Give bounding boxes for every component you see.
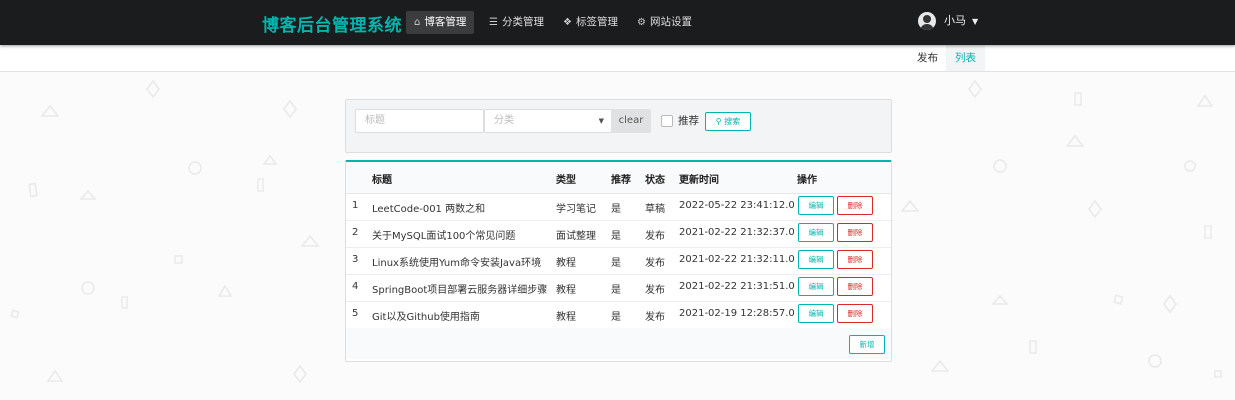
- category-placeholder: 分类: [494, 115, 514, 126]
- row-type: 教程: [556, 285, 576, 296]
- row-status: 发布: [645, 312, 665, 323]
- edit-button[interactable]: 编辑: [798, 250, 834, 269]
- nav-item-settings[interactable]: ⚙ 网站设置: [629, 11, 700, 34]
- recommend-label: 推荐: [678, 115, 699, 127]
- column-header-actions: 操作: [797, 175, 817, 186]
- tab-publish[interactable]: 发布: [908, 45, 947, 71]
- column-header-type: 类型: [556, 175, 576, 186]
- search-button[interactable]: ⚲ 搜索: [705, 112, 751, 131]
- home-icon: ⌂: [414, 17, 421, 28]
- row-status: 发布: [645, 231, 665, 242]
- row-status: 草稿: [645, 204, 665, 215]
- row-updated: 2021-02-19 12:28:57.0: [679, 308, 795, 319]
- dropdown-icon: ▼: [598, 117, 604, 125]
- row-title: Git以及Github使用指南: [372, 312, 480, 323]
- row-type: 教程: [556, 258, 576, 269]
- row-index: 2: [352, 227, 359, 238]
- nav-item-tags[interactable]: ❖ 标签管理: [555, 11, 626, 34]
- tags-icon: ❖: [563, 17, 572, 28]
- row-updated: 2022-05-22 23:41:12.0: [679, 200, 795, 211]
- row-status: 发布: [645, 258, 665, 269]
- nav-item-category[interactable]: ☰ 分类管理: [481, 11, 552, 34]
- table-footer: 新增: [346, 328, 891, 359]
- row-type: 学习笔记: [556, 204, 596, 215]
- delete-button[interactable]: 删除: [837, 196, 873, 215]
- row-recommend: 是: [611, 231, 621, 242]
- edit-button[interactable]: 编辑: [798, 304, 834, 323]
- recommend-checkbox[interactable]: [661, 115, 673, 127]
- row-recommend: 是: [611, 312, 621, 323]
- column-header-updated: 更新时间: [679, 175, 719, 186]
- row-index: 4: [352, 281, 359, 292]
- sub-menu: 发布 列表: [0, 45, 1235, 72]
- row-title: LeetCode-001 两数之和: [372, 204, 486, 215]
- row-updated: 2021-02-22 21:32:37.0: [679, 227, 795, 238]
- row-updated: 2021-02-22 21:31:51.0: [679, 281, 795, 292]
- edit-button[interactable]: 编辑: [798, 196, 834, 215]
- brand-title[interactable]: 博客后台管理系统: [262, 11, 402, 36]
- caret-down-icon: ▼: [972, 16, 979, 26]
- search-panel: 标题 分类 ▼ clear 推荐 ⚲ 搜索: [345, 99, 892, 153]
- delete-button[interactable]: 删除: [837, 223, 873, 242]
- table-row: 1 LeetCode-001 两数之和 学习笔记 是 草稿 2022-05-22…: [346, 193, 891, 221]
- table-row: 3 Linux系统使用Yum命令安装Java环境 教程 是 发布 2021-02…: [346, 247, 891, 275]
- row-updated: 2021-02-22 21:32:11.0: [679, 254, 795, 265]
- row-recommend: 是: [611, 285, 621, 296]
- row-recommend: 是: [611, 204, 621, 215]
- clear-button[interactable]: clear: [611, 109, 651, 133]
- user-name: 小马: [944, 14, 966, 27]
- row-type: 教程: [556, 312, 576, 323]
- delete-button[interactable]: 删除: [837, 250, 873, 269]
- delete-button[interactable]: 删除: [837, 304, 873, 323]
- row-index: 5: [352, 308, 359, 319]
- row-index: 3: [352, 254, 359, 265]
- table-header: 标题 类型 推荐 状态 更新时间 操作: [346, 162, 891, 194]
- nav-item-label: 标签管理: [575, 16, 618, 28]
- table-row: 5 Git以及Github使用指南 教程 是 发布 2021-02-19 12:…: [346, 301, 891, 329]
- row-index: 1: [352, 200, 359, 211]
- user-menu[interactable]: 小马 ▼: [918, 12, 978, 32]
- row-title: 关于MySQL面试100个常见问题: [372, 231, 516, 242]
- column-header-recommend: 推荐: [611, 175, 631, 186]
- nav-item-label: 网站设置: [649, 16, 692, 28]
- top-navbar: 博客后台管理系统 ⌂ 博客管理 ☰ 分类管理 ❖ 标签管理 ⚙ 网站设置 小马 ▼: [0, 0, 1235, 45]
- delete-button[interactable]: 删除: [837, 277, 873, 296]
- nav-item-label: 博客管理: [424, 16, 467, 28]
- row-title: SpringBoot项目部署云服务器详细步骤: [372, 285, 548, 296]
- avatar: [918, 12, 936, 30]
- nav-item-label: 分类管理: [501, 16, 544, 28]
- row-type: 面试整理: [556, 231, 596, 242]
- edit-button[interactable]: 编辑: [798, 223, 834, 242]
- blog-table: 标题 类型 推荐 状态 更新时间 操作 1 LeetCode-001 两数之和 …: [345, 160, 892, 362]
- gear-icon: ⚙: [637, 17, 646, 28]
- title-input[interactable]: 标题: [355, 109, 484, 133]
- tab-list[interactable]: 列表: [946, 45, 985, 71]
- row-title: Linux系统使用Yum命令安装Java环境: [372, 258, 542, 269]
- edit-button[interactable]: 编辑: [798, 277, 834, 296]
- search-button-label: 搜索: [724, 117, 741, 126]
- list-icon: ☰: [489, 17, 498, 28]
- search-icon: ⚲: [715, 117, 722, 126]
- row-status: 发布: [645, 285, 665, 296]
- row-recommend: 是: [611, 258, 621, 269]
- add-blog-button[interactable]: 新增: [849, 335, 885, 354]
- column-header-status: 状态: [645, 175, 665, 186]
- column-header-title: 标题: [372, 175, 392, 186]
- nav-item-blog[interactable]: ⌂ 博客管理: [406, 11, 475, 34]
- table-row: 4 SpringBoot项目部署云服务器详细步骤 教程 是 发布 2021-02…: [346, 274, 891, 302]
- table-row: 2 关于MySQL面试100个常见问题 面试整理 是 发布 2021-02-22…: [346, 220, 891, 248]
- category-select[interactable]: 分类 ▼: [484, 109, 612, 133]
